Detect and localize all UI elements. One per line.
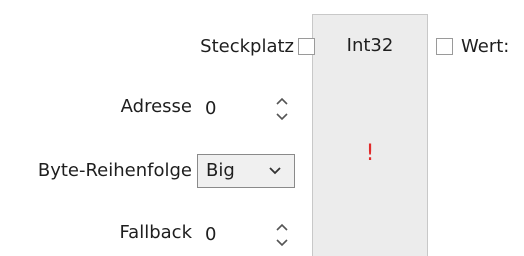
fallback-label: Fallback: [119, 222, 192, 243]
fallback-stepper[interactable]: 0: [197, 218, 295, 252]
up-down-arrows-icon[interactable]: [275, 220, 289, 250]
byte-order-dropdown[interactable]: Big: [197, 154, 295, 188]
slot-label: Steckplatz: [200, 36, 294, 57]
address-stepper[interactable]: 0: [197, 92, 295, 126]
address-label: Adresse: [120, 96, 192, 117]
fallback-value: 0: [205, 224, 217, 245]
slot-input-port[interactable]: [298, 38, 315, 55]
chevron-down-icon: [269, 167, 281, 175]
node-title: Int32: [346, 35, 394, 56]
byte-order-label: Byte-Reihenfolge: [37, 160, 192, 181]
value-output-label: Wert:: [461, 36, 510, 57]
value-output-port[interactable]: [436, 38, 453, 55]
int32-node[interactable]: Int32 !: [312, 14, 428, 256]
node-editor-canvas: Int32 ! Steckplatz Wert: Adresse 0 Byte-…: [0, 0, 524, 256]
byte-order-value: Big: [206, 160, 235, 181]
error-indicator: !: [365, 141, 375, 166]
address-value: 0: [205, 98, 217, 119]
up-down-arrows-icon[interactable]: [275, 94, 289, 124]
